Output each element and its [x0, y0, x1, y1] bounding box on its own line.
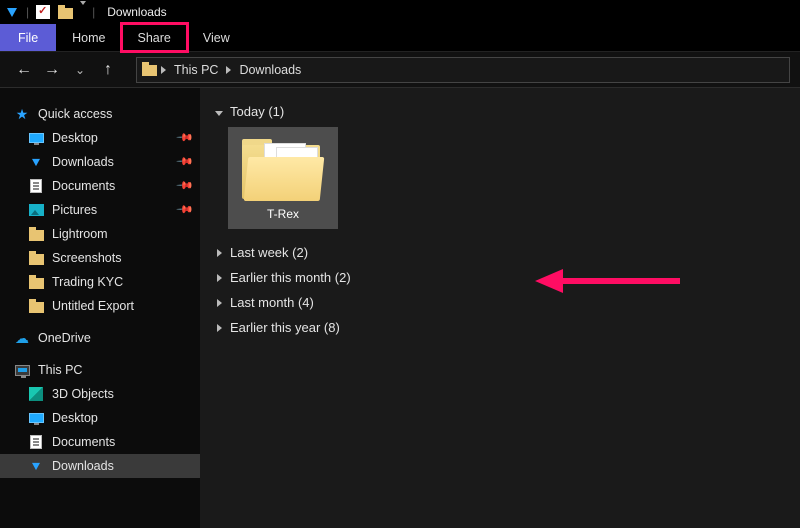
- sidebar-item-label: Screenshots: [52, 251, 121, 265]
- document-icon: [28, 178, 44, 194]
- address-bar[interactable]: This PC Downloads: [136, 57, 790, 83]
- pin-icon: 📌: [176, 128, 195, 147]
- breadcrumb[interactable]: This PC: [170, 61, 222, 79]
- sidebar-item-pictures[interactable]: Pictures 📌: [0, 198, 200, 222]
- pictures-icon: [28, 202, 44, 218]
- cube-icon: [28, 386, 44, 402]
- sidebar-quick-access[interactable]: ★ Quick access: [0, 102, 200, 126]
- pin-icon: 📌: [176, 200, 195, 219]
- group-header-last-week[interactable]: Last week (2): [208, 239, 792, 264]
- chevron-right-icon: [214, 245, 224, 260]
- back-button[interactable]: ←: [14, 60, 34, 80]
- folder-icon: [141, 62, 157, 78]
- group-header-today[interactable]: Today (1): [208, 98, 792, 123]
- sidebar-item-label: Downloads: [52, 459, 114, 473]
- sidebar-item-label: Pictures: [52, 203, 97, 217]
- folder-icon: [28, 226, 44, 242]
- sidebar-item-label: Untitled Export: [52, 299, 134, 313]
- sidebar-item-lightroom[interactable]: Lightroom: [0, 222, 200, 246]
- monitor-icon: [28, 410, 44, 426]
- content-pane[interactable]: Today (1) T-Rex Last week (2) Earlier th…: [200, 88, 800, 528]
- ribbon-tabs: File Home Share View: [0, 24, 800, 52]
- breadcrumb[interactable]: Downloads: [235, 61, 305, 79]
- sidebar-item-label: Lightroom: [52, 227, 108, 241]
- nav-pane: ★ Quick access Desktop 📌 Downloads 📌 Doc…: [0, 88, 200, 528]
- sidebar-this-pc[interactable]: This PC: [0, 358, 200, 382]
- properties-icon[interactable]: [35, 4, 51, 20]
- sidebar-item-label: OneDrive: [38, 331, 91, 345]
- folder-icon[interactable]: [57, 4, 73, 20]
- title-bar: | | Downloads: [0, 0, 800, 24]
- sidebar-onedrive[interactable]: ☁ OneDrive: [0, 326, 200, 350]
- sidebar-item-desktop[interactable]: Desktop 📌: [0, 126, 200, 150]
- file-tile-trex[interactable]: T-Rex: [228, 127, 338, 229]
- chevron-right-icon: [214, 270, 224, 285]
- sidebar-item-label: Desktop: [52, 411, 98, 425]
- sidebar-item-documents[interactable]: Documents 📌: [0, 174, 200, 198]
- pin-icon: 📌: [176, 176, 195, 195]
- chevron-right-icon[interactable]: [226, 63, 231, 77]
- sidebar-item-documents-pc[interactable]: Documents: [0, 430, 200, 454]
- tab-share[interactable]: Share: [122, 24, 187, 51]
- cloud-icon: ☁: [14, 330, 30, 346]
- this-pc-icon: [14, 362, 30, 378]
- sidebar-item-untitled-export[interactable]: Untitled Export: [0, 294, 200, 318]
- separator: |: [92, 5, 95, 19]
- group-label: Last month (4): [230, 295, 314, 310]
- sidebar-item-trading-kyc[interactable]: Trading KYC: [0, 270, 200, 294]
- group-label: Last week (2): [230, 245, 308, 260]
- sidebar-item-label: Desktop: [52, 131, 98, 145]
- group-label: Today (1): [230, 104, 284, 119]
- file-name: T-Rex: [232, 207, 334, 221]
- star-icon: ★: [14, 106, 30, 122]
- folder-theme-icon: [242, 137, 324, 197]
- download-arrow-icon: [4, 4, 20, 20]
- tab-home[interactable]: Home: [56, 24, 121, 51]
- separator: |: [26, 5, 29, 19]
- sidebar-item-label: This PC: [38, 363, 82, 377]
- sidebar-item-label: Downloads: [52, 155, 114, 169]
- folder-icon: [28, 250, 44, 266]
- sidebar-item-label: 3D Objects: [52, 387, 114, 401]
- sidebar-item-desktop-pc[interactable]: Desktop: [0, 406, 200, 430]
- download-arrow-icon: [28, 458, 44, 474]
- sidebar-item-downloads[interactable]: Downloads 📌: [0, 150, 200, 174]
- group-label: Earlier this month (2): [230, 270, 351, 285]
- chevron-right-icon[interactable]: [161, 63, 166, 77]
- sidebar-item-screenshots[interactable]: Screenshots: [0, 246, 200, 270]
- sidebar-item-3d-objects[interactable]: 3D Objects: [0, 382, 200, 406]
- qat-dropdown-icon[interactable]: [79, 5, 86, 19]
- sidebar-item-label: Trading KYC: [52, 275, 123, 289]
- folder-icon: [28, 298, 44, 314]
- body: ★ Quick access Desktop 📌 Downloads 📌 Doc…: [0, 88, 800, 528]
- window-title: Downloads: [107, 5, 166, 19]
- sidebar-item-label: Documents: [52, 179, 115, 193]
- nav-row: ← → ⌄ ↑ This PC Downloads: [0, 52, 800, 88]
- tab-file[interactable]: File: [0, 24, 56, 51]
- up-button[interactable]: ↑: [98, 60, 118, 80]
- folder-icon: [28, 274, 44, 290]
- group-header-earlier-this-month[interactable]: Earlier this month (2): [208, 264, 792, 289]
- monitor-icon: [28, 130, 44, 146]
- tab-view[interactable]: View: [187, 24, 246, 51]
- chevron-right-icon: [214, 295, 224, 310]
- download-arrow-icon: [28, 154, 44, 170]
- sidebar-item-label: Documents: [52, 435, 115, 449]
- pin-icon: 📌: [176, 152, 195, 171]
- group-header-last-month[interactable]: Last month (4): [208, 289, 792, 314]
- chevron-down-icon: [214, 104, 224, 119]
- group-label: Earlier this year (8): [230, 320, 340, 335]
- group-items-today: T-Rex: [208, 123, 792, 239]
- group-header-earlier-this-year[interactable]: Earlier this year (8): [208, 314, 792, 339]
- sidebar-item-downloads-pc[interactable]: Downloads: [0, 454, 200, 478]
- recent-locations-button[interactable]: ⌄: [70, 60, 90, 80]
- sidebar-item-label: Quick access: [38, 107, 112, 121]
- chevron-right-icon: [214, 320, 224, 335]
- document-icon: [28, 434, 44, 450]
- forward-button[interactable]: →: [42, 60, 62, 80]
